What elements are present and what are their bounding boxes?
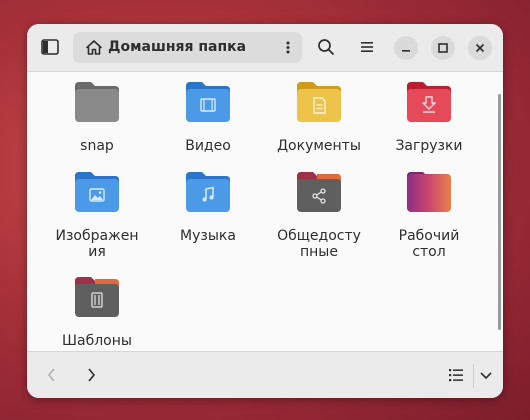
item-label-line: Общедосту xyxy=(277,228,361,244)
toolbar-divider xyxy=(473,364,474,388)
share-folder-icon xyxy=(297,172,341,212)
folder-item-documents[interactable]: Документы xyxy=(269,80,369,154)
maximize-button[interactable] xyxy=(431,36,455,60)
folder-item-desktop[interactable]: Рабочий стол xyxy=(379,170,479,260)
close-button[interactable] xyxy=(468,36,492,60)
download-folder-icon xyxy=(407,82,451,122)
location-bar[interactable]: Домашняя папка xyxy=(73,32,302,63)
item-label: snap xyxy=(80,138,114,154)
item-label: Рабочий стол xyxy=(379,228,479,260)
desktop-folder-icon xyxy=(407,172,451,212)
file-manager-window: Домашняя папка snap Видео Документы Загр… xyxy=(27,24,503,398)
headerbar: Домашняя папка xyxy=(27,24,503,72)
item-label-line: Рабочий xyxy=(398,228,460,244)
main-menu-button[interactable] xyxy=(356,36,378,58)
back-icon[interactable] xyxy=(41,364,61,386)
more-icon[interactable] xyxy=(282,39,294,56)
minimize-icon xyxy=(402,50,410,52)
maximize-icon xyxy=(438,43,448,53)
template-folder-icon xyxy=(75,277,119,317)
folder-item-downloads[interactable]: Загрузки xyxy=(379,80,479,154)
chevron-down-icon[interactable] xyxy=(477,365,495,385)
vertical-scrollbar[interactable] xyxy=(498,94,501,330)
item-label-line: пные xyxy=(300,244,338,260)
music-folder-icon xyxy=(186,172,230,212)
item-label-line: Изображен xyxy=(55,228,139,244)
sidebar-toggle-icon xyxy=(41,39,59,55)
search-button[interactable] xyxy=(315,36,337,58)
item-label: Изображен ия xyxy=(47,228,147,260)
item-label-line: ия xyxy=(88,244,106,260)
item-label: Загрузки xyxy=(395,138,463,154)
close-icon xyxy=(475,43,485,53)
folder-item-music[interactable]: Музыка xyxy=(158,170,258,244)
folder-item-snap[interactable]: snap xyxy=(47,80,147,154)
folder-item-video[interactable]: Видео xyxy=(158,80,258,154)
forward-icon[interactable] xyxy=(81,364,101,386)
folder-icon xyxy=(75,82,119,122)
bottom-toolbar xyxy=(27,351,503,398)
item-label: Видео xyxy=(185,138,231,154)
item-label: Документы xyxy=(277,138,361,154)
folder-item-images[interactable]: Изображен ия xyxy=(47,170,147,260)
file-grid: snap Видео Документы Загрузки Изображен … xyxy=(27,72,503,350)
search-icon xyxy=(318,39,334,55)
item-label-line: стол xyxy=(412,244,446,260)
item-label: Шаблоны xyxy=(62,333,132,349)
minimize-button[interactable] xyxy=(394,36,418,60)
current-folder-label: Домашняя папка xyxy=(108,39,247,55)
document-folder-icon xyxy=(297,82,341,122)
home-icon xyxy=(86,40,102,55)
folder-item-templates[interactable]: Шаблоны xyxy=(47,275,147,349)
sidebar-toggle-button[interactable] xyxy=(37,35,63,59)
item-label: Общедосту пные xyxy=(269,228,369,260)
image-folder-icon xyxy=(75,172,119,212)
hamburger-menu-icon xyxy=(361,42,373,52)
folder-item-public[interactable]: Общедосту пные xyxy=(269,170,369,260)
list-view-icon[interactable] xyxy=(446,365,466,385)
item-label: Музыка xyxy=(180,228,236,244)
video-folder-icon xyxy=(186,82,230,122)
